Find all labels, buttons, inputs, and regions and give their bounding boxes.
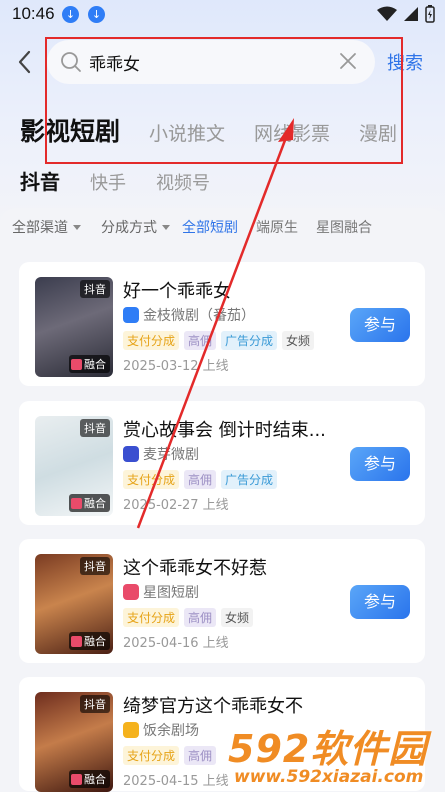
watermark-url: www.592xiazai.com bbox=[234, 767, 424, 787]
annotation-arrow bbox=[136, 118, 294, 529]
watermark-logo: 592软件园 bbox=[228, 727, 428, 771]
